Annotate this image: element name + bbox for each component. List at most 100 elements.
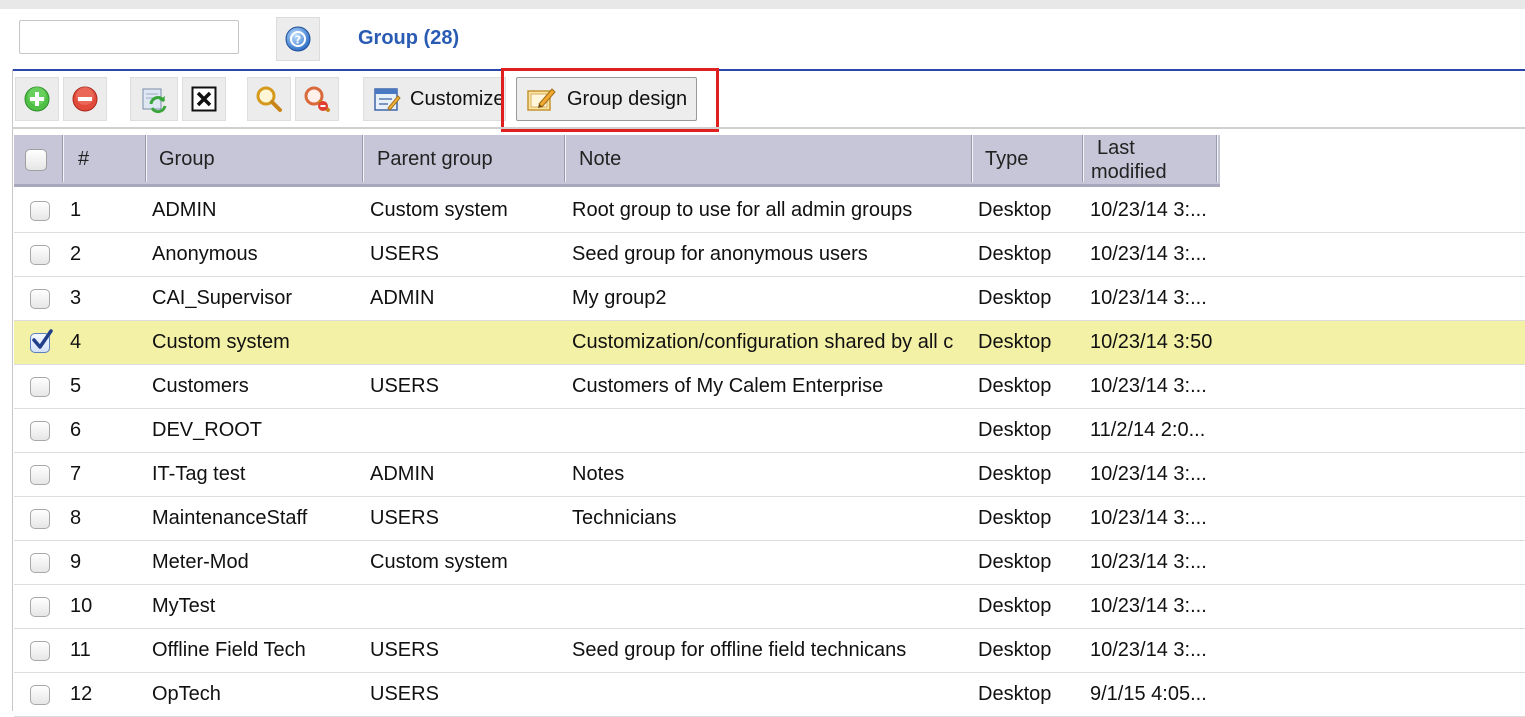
- group-design-button[interactable]: Group design: [516, 77, 697, 121]
- add-button[interactable]: [15, 77, 59, 121]
- customize-icon: [374, 88, 401, 111]
- row-group: Offline Field Tech: [152, 639, 306, 661]
- row-checkbox[interactable]: [30, 201, 50, 221]
- column-header-type[interactable]: Type: [985, 135, 1080, 184]
- row-group: MaintenanceStaff: [152, 507, 308, 529]
- row-checkbox[interactable]: [30, 641, 50, 661]
- refresh-button[interactable]: [130, 77, 178, 121]
- row-note: Root group to use for all admin groups: [572, 199, 913, 221]
- row-note: Seed group for anonymous users: [572, 243, 868, 265]
- grid-body: 1 ADMIN Custom system Root group to use for…: [14, 189, 1525, 717]
- row-last-modified: 10/23/14 3:...: [1090, 199, 1207, 221]
- row-checkbox[interactable]: [30, 421, 50, 441]
- row-last-modified: 10/23/14 3:50: [1090, 331, 1213, 353]
- row-note: [572, 541, 978, 584]
- row-number: 4: [70, 331, 82, 353]
- table-row[interactable]: 7 IT-Tag test ADMIN Notes Desktop 10/23/14 3:…: [14, 453, 1525, 497]
- row-type: Desktop: [978, 375, 1052, 397]
- column-separator: [564, 135, 566, 182]
- add-icon: [24, 86, 50, 112]
- column-separator: [1082, 135, 1084, 182]
- refresh-icon: [142, 88, 167, 114]
- row-checkbox[interactable]: [30, 329, 53, 353]
- row-checkbox[interactable]: [30, 377, 50, 397]
- row-checkbox[interactable]: [30, 685, 50, 705]
- row-number: 10: [70, 595, 93, 617]
- row-last-modified: 10/23/14 3:...: [1090, 639, 1207, 661]
- row-type: Desktop: [978, 683, 1052, 705]
- row-group: OpTech: [152, 683, 221, 705]
- close-button[interactable]: [182, 77, 226, 121]
- row-type: Desktop: [978, 287, 1052, 309]
- row-number: 11: [70, 639, 91, 661]
- row-number: 6: [70, 419, 82, 441]
- row-group: Customers: [152, 375, 249, 397]
- row-group: Meter-Mod: [152, 551, 249, 573]
- select-all-checkbox[interactable]: [25, 149, 47, 171]
- column-header-num[interactable]: #: [78, 135, 138, 184]
- row-last-modified: 10/23/14 3:...: [1090, 375, 1207, 397]
- table-row[interactable]: 12 OpTech USERS Desktop 9/1/15 4:05...: [14, 673, 1525, 717]
- column-header-group[interactable]: Group: [159, 135, 359, 184]
- row-checkbox[interactable]: [30, 289, 50, 309]
- row-checkbox[interactable]: [30, 509, 50, 529]
- row-type: Desktop: [978, 507, 1052, 529]
- column-header-last-modified[interactable]: Last modified: [1091, 135, 1216, 184]
- table-row[interactable]: 9 Meter-Mod Custom system Desktop 10/23/14 3…: [14, 541, 1525, 585]
- customize-label: Customize: [410, 87, 505, 110]
- row-last-modified: 10/23/14 3:...: [1090, 287, 1207, 309]
- row-parent-group: USERS: [370, 507, 439, 529]
- row-group: DEV_ROOT: [152, 419, 263, 441]
- row-last-modified: 10/23/14 3:...: [1090, 463, 1207, 485]
- grid-top-border: [12, 127, 1525, 129]
- row-note: Customers of My Calem Enterprise: [572, 375, 884, 397]
- column-header-parent-group[interactable]: Parent group: [377, 135, 562, 184]
- row-parent-group: Custom system: [370, 199, 508, 221]
- table-row[interactable]: 4 Custom system Customization/configuratio…: [14, 321, 1525, 365]
- row-checkbox[interactable]: [30, 553, 50, 573]
- search-input[interactable]: [19, 20, 239, 54]
- svg-text:?: ?: [295, 34, 301, 47]
- group-design-label: Group design: [567, 87, 688, 110]
- row-last-modified: 10/23/14 3:...: [1090, 243, 1207, 265]
- column-separator: [362, 135, 364, 182]
- table-row[interactable]: 1 ADMIN Custom system Root group to use for…: [14, 189, 1525, 233]
- help-button[interactable]: ?: [276, 17, 320, 61]
- row-number: 9: [70, 551, 82, 573]
- table-row[interactable]: 8 MaintenanceStaff USERS Technicians Desktop…: [14, 497, 1525, 541]
- row-group: Custom system: [152, 331, 290, 353]
- row-checkbox[interactable]: [30, 465, 50, 485]
- row-note: Notes: [572, 463, 625, 485]
- row-number: 7: [70, 463, 82, 485]
- table-row[interactable]: 5 Customers USERS Customers of My Calem Ent…: [14, 365, 1525, 409]
- row-number: 1: [70, 199, 82, 221]
- table-row[interactable]: 6 DEV_ROOT Desktop 11/2/14 2:0...: [14, 409, 1525, 453]
- magnifier-icon: [256, 86, 282, 112]
- row-parent-group: [370, 585, 565, 628]
- customize-button[interactable]: Customize: [363, 77, 506, 121]
- row-last-modified: 10/23/14 3:...: [1090, 551, 1207, 573]
- table-row[interactable]: 11 Offline Field Tech USERS Seed group for …: [14, 629, 1525, 673]
- close-icon: [191, 86, 217, 112]
- row-checkbox[interactable]: [30, 597, 50, 617]
- row-last-modified: 10/23/14 3:...: [1090, 507, 1207, 529]
- search-button[interactable]: [247, 77, 291, 121]
- row-type: Desktop: [978, 639, 1052, 661]
- table-row[interactable]: 3 CAI_Supervisor ADMIN My group2 Desktop 10/2…: [14, 277, 1525, 321]
- row-checkbox[interactable]: [30, 245, 50, 265]
- row-note: [572, 673, 978, 716]
- table-row[interactable]: 10 MyTest Desktop 10/23/14 3:...: [14, 585, 1525, 629]
- row-note: [572, 585, 978, 628]
- row-parent-group: USERS: [370, 375, 439, 397]
- title-divider: [12, 69, 1525, 71]
- column-separator: [971, 135, 973, 182]
- clear-search-button[interactable]: [295, 77, 339, 121]
- row-parent-group: USERS: [370, 639, 439, 661]
- row-number: 8: [70, 507, 82, 529]
- column-separator: [1216, 135, 1218, 182]
- row-note: [572, 409, 978, 452]
- remove-button[interactable]: [63, 77, 107, 121]
- table-row[interactable]: 2 Anonymous USERS Seed group for anonymous …: [14, 233, 1525, 277]
- column-separator: [62, 135, 64, 182]
- column-header-note[interactable]: Note: [579, 135, 969, 184]
